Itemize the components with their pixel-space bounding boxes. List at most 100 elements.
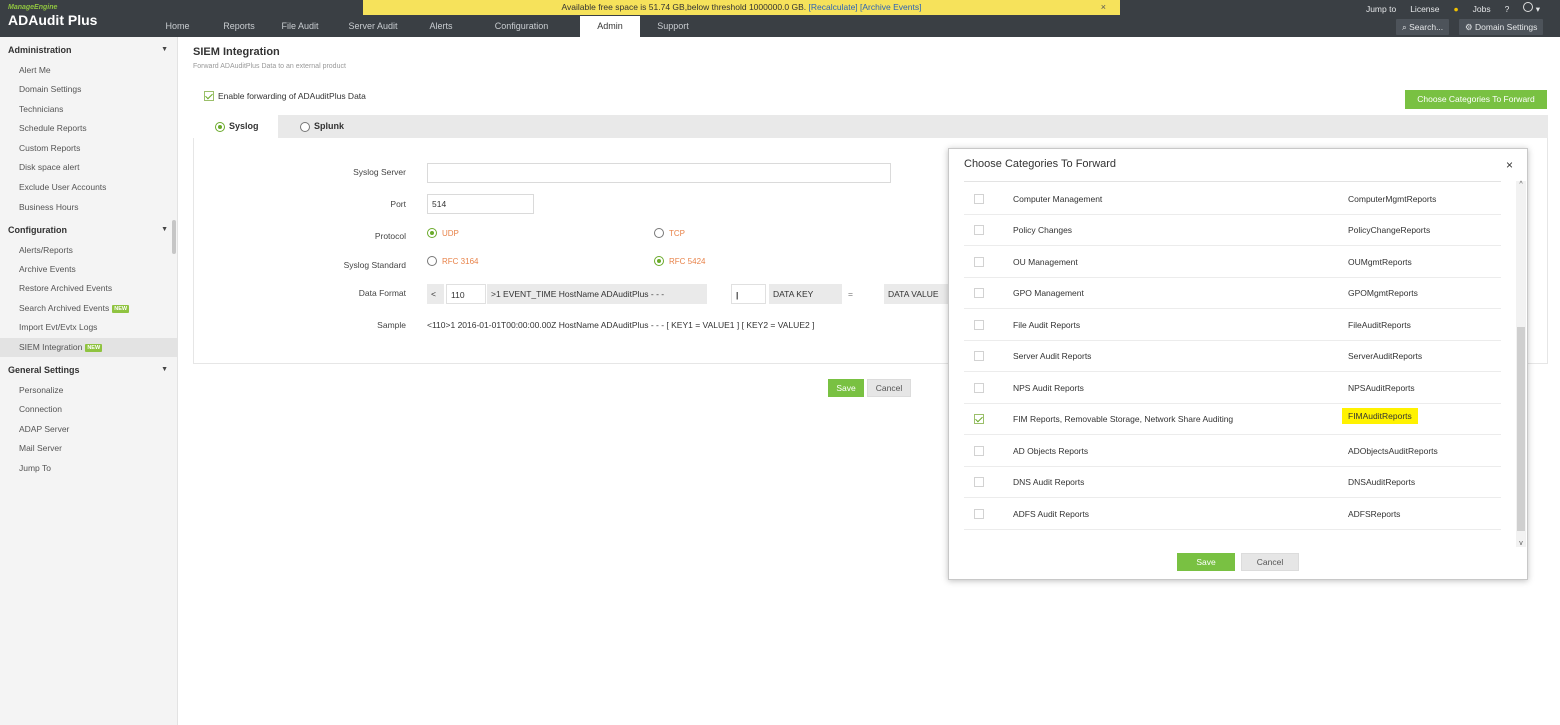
modal-cancel-button[interactable]: Cancel — [1241, 553, 1299, 571]
sidebar-item-connection[interactable]: Connection — [0, 400, 178, 419]
sidebar-item-adap-server[interactable]: ADAP Server — [0, 420, 178, 439]
sidebar-item-archive-events[interactable]: Archive Events — [0, 260, 178, 279]
tab-syslog[interactable]: Syslog — [193, 115, 278, 138]
nav-alerts[interactable]: Alerts — [419, 16, 463, 37]
nav-support[interactable]: Support — [640, 16, 706, 37]
jobs-link[interactable]: Jobs — [1473, 4, 1491, 14]
category-name: AD Objects Reports — [1013, 446, 1089, 456]
category-checkbox[interactable] — [974, 257, 984, 267]
sidebar-item-siem-integration[interactable]: SIEM Integration NEW — [0, 338, 178, 357]
syslog-server-input[interactable] — [427, 163, 891, 183]
category-code: NPSAuditReports — [1348, 383, 1415, 393]
jump-to-link[interactable]: Jump to — [1366, 4, 1396, 14]
user-menu[interactable]: ▾ — [1523, 2, 1540, 15]
sidebar-item-technicians[interactable]: Technicians — [0, 100, 178, 119]
category-name: GPO Management — [1013, 288, 1084, 298]
sidebar-item-business-hours[interactable]: Business Hours — [0, 198, 178, 217]
category-checkbox[interactable] — [974, 288, 984, 298]
sidebar-item-alert-me[interactable]: Alert Me — [0, 61, 178, 80]
scrollbar-thumb[interactable] — [1517, 327, 1525, 531]
category-row[interactable]: AD Objects Reports ADObjectsAuditReports — [964, 436, 1501, 467]
close-icon[interactable]: × — [1506, 158, 1513, 172]
sidebar-item-personalize[interactable]: Personalize — [0, 381, 178, 400]
cancel-button[interactable]: Cancel — [867, 379, 911, 397]
category-code: DNSAuditReports — [1348, 477, 1416, 487]
category-code: OUMgmtReports — [1348, 257, 1412, 267]
sidebar-item-schedule-reports[interactable]: Schedule Reports — [0, 119, 178, 138]
category-checkbox[interactable] — [974, 414, 984, 424]
category-name: FIM Reports, Removable Storage, Network … — [1013, 414, 1234, 424]
nav-reports[interactable]: Reports — [205, 16, 273, 37]
category-checkbox[interactable] — [974, 446, 984, 456]
choose-categories-button[interactable]: Choose Categories To Forward — [1405, 90, 1547, 109]
category-row[interactable]: Policy Changes PolicyChangeReports — [964, 215, 1501, 246]
archive-events-link[interactable]: [Archive Events] — [860, 2, 921, 12]
sidebar-section-general-settings[interactable]: General Settings ▼ — [0, 360, 178, 380]
sidebar-item-exclude-user-accounts[interactable]: Exclude User Accounts — [0, 178, 178, 197]
sidebar-section-configuration[interactable]: Configuration ▼ — [0, 220, 178, 240]
category-row[interactable]: DNS Audit Reports DNSAuditReports — [964, 467, 1501, 498]
tab-splunk[interactable]: Splunk — [278, 115, 368, 138]
category-name: Server Audit Reports — [1013, 351, 1092, 361]
port-input[interactable]: 514 — [427, 194, 534, 214]
sidebar-scrollbar[interactable] — [172, 220, 176, 254]
category-row[interactable]: Computer Management ComputerMgmtReports — [964, 184, 1501, 215]
license-link[interactable]: License — [1410, 4, 1439, 14]
sidebar-item-custom-reports[interactable]: Custom Reports — [0, 139, 178, 158]
category-checkbox[interactable] — [974, 383, 984, 393]
syslog-standard-label: Syslog Standard — [343, 260, 406, 270]
sidebar-item-disk-space-alert[interactable]: Disk space alert — [0, 158, 178, 177]
df-separator-input[interactable]: | — [731, 284, 766, 304]
category-row[interactable]: GPO Management GPOMgmtReports — [964, 278, 1501, 309]
protocol-udp-radio[interactable]: UDP — [427, 228, 459, 238]
alert-close-icon[interactable]: × — [1101, 0, 1106, 15]
standard-rfc5424-radio[interactable]: RFC 5424 — [654, 256, 705, 266]
nav-home[interactable]: Home — [150, 16, 205, 37]
chevron-up-icon[interactable]: ^ — [1516, 181, 1526, 188]
category-checkbox[interactable] — [974, 320, 984, 330]
category-row[interactable]: OU Management OUMgmtReports — [964, 247, 1501, 278]
df-priority-input[interactable]: 110 — [446, 284, 486, 304]
category-row[interactable]: File Audit Reports FileAuditReports — [964, 310, 1501, 341]
protocol-tcp-radio[interactable]: TCP — [654, 228, 685, 238]
sidebar-item-jump-to[interactable]: Jump To — [0, 459, 178, 478]
category-row[interactable]: NPS Audit Reports NPSAuditReports — [964, 373, 1501, 404]
category-checkbox[interactable] — [974, 351, 984, 361]
category-row[interactable]: Server Audit Reports ServerAuditReports — [964, 341, 1501, 372]
save-button[interactable]: Save — [828, 379, 864, 397]
bulb-icon[interactable]: ● — [1454, 4, 1459, 14]
chevron-down-icon[interactable]: v — [1516, 540, 1526, 547]
tab-label: Splunk — [314, 121, 345, 131]
modal-save-button[interactable]: Save — [1177, 553, 1235, 571]
sidebar-item-alerts-reports[interactable]: Alerts/Reports — [0, 241, 178, 260]
port-label: Port — [390, 199, 406, 209]
standard-rfc3164-radio[interactable]: RFC 3164 — [427, 256, 478, 266]
sidebar: Administration ▼ Alert Me Domain Settings… — [0, 37, 178, 725]
recalculate-link[interactable]: [Recalculate] — [809, 2, 858, 12]
domain-settings-button[interactable]: ⚙ Domain Settings — [1459, 19, 1544, 35]
nav-file-audit[interactable]: File Audit — [273, 16, 327, 37]
nav-admin[interactable]: Admin — [580, 16, 640, 37]
modal-scrollbar[interactable]: ^ v — [1516, 181, 1526, 547]
category-checkbox[interactable] — [974, 194, 984, 204]
section-title: General Settings — [8, 365, 80, 375]
sidebar-item-domain-settings[interactable]: Domain Settings — [0, 80, 178, 99]
search-button[interactable]: ⌕ Search... — [1396, 19, 1450, 35]
sidebar-section-administration[interactable]: Administration ▼ — [0, 40, 178, 60]
category-name: Policy Changes — [1013, 225, 1073, 235]
category-row[interactable]: ADFS Audit Reports ADFSReports — [964, 499, 1501, 530]
sidebar-item-import-logs[interactable]: Import Evt/Evtx Logs — [0, 318, 178, 337]
category-row-selected[interactable]: FIM Reports, Removable Storage, Network … — [964, 404, 1501, 435]
category-checkbox[interactable] — [974, 477, 984, 487]
sidebar-item-restore-archived-events[interactable]: Restore Archived Events — [0, 279, 178, 298]
nav-server-audit[interactable]: Server Audit — [327, 16, 419, 37]
category-checkbox[interactable] — [974, 225, 984, 235]
sidebar-item-search-archived-events[interactable]: Search Archived Events NEW — [0, 299, 178, 318]
enable-forwarding-checkbox[interactable]: Enable forwarding of ADAuditPlus Data — [204, 91, 366, 101]
radio-empty-icon — [300, 121, 310, 132]
brand-logo[interactable]: ManageEngine ADAudit Plus — [8, 4, 97, 28]
help-icon[interactable]: ? — [1505, 4, 1510, 14]
sidebar-item-mail-server[interactable]: Mail Server — [0, 439, 178, 458]
category-checkbox[interactable] — [974, 509, 984, 519]
nav-configuration[interactable]: Configuration — [463, 16, 580, 37]
